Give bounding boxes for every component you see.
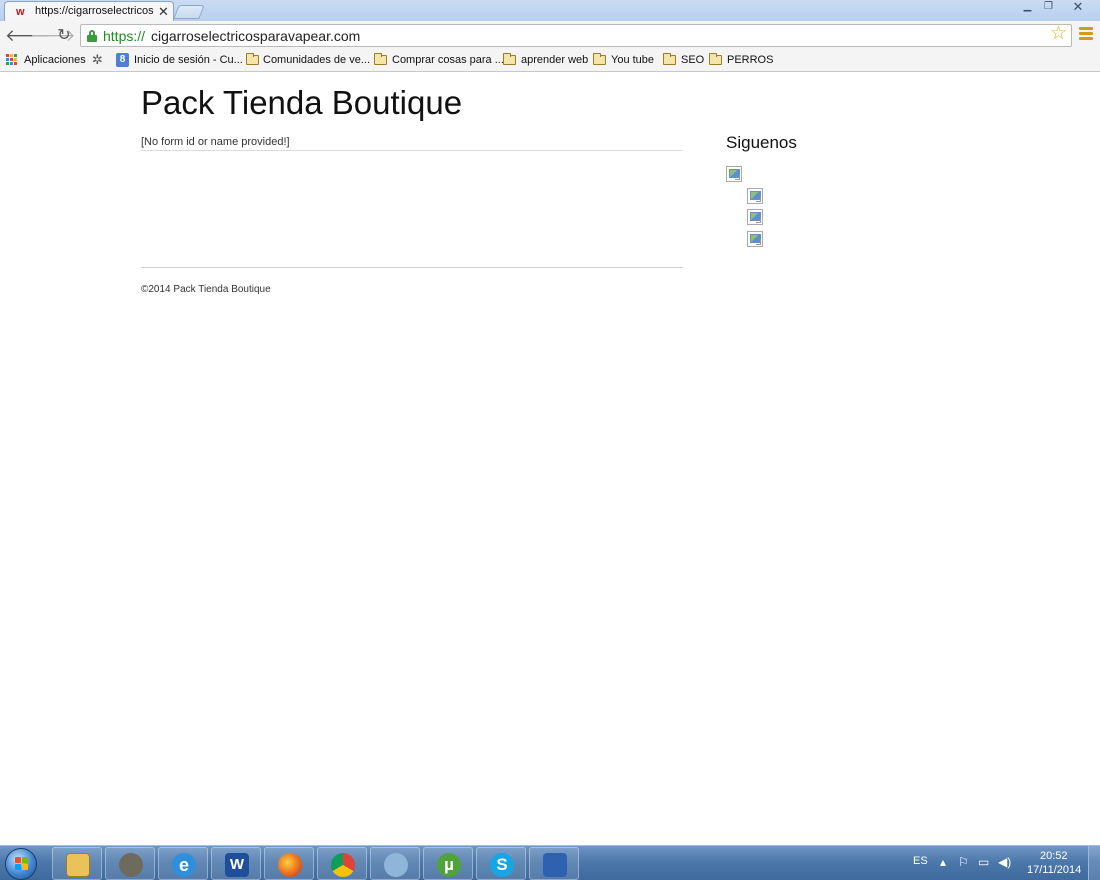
- hamburger-menu-icon[interactable]: [1079, 27, 1093, 41]
- folder-icon: [593, 53, 606, 65]
- address-bar[interactable]: https:// cigarroselectricosparavapear.co…: [80, 24, 1072, 47]
- browser-toolbar: 🡐 🡒 ↻ https:// cigarroselectricosparavap…: [0, 21, 1100, 50]
- broken-image-icon[interactable]: [747, 188, 763, 204]
- clock-date[interactable]: 17/11/2014: [1027, 864, 1081, 877]
- bookmarks-bar: Aplicaciones ✲ 8 Inicio de sesión - Cu..…: [0, 50, 1100, 72]
- volume-icon[interactable]: ◀): [998, 855, 1011, 869]
- taskbar-app-ie[interactable]: e: [158, 847, 208, 880]
- word-icon: W: [225, 853, 249, 877]
- chrome-icon: [331, 853, 355, 877]
- site-title: Pack Tienda Boutique: [141, 84, 463, 121]
- footer-divider: [141, 267, 683, 268]
- clock-time[interactable]: 20:52: [1040, 850, 1068, 863]
- close-tab-icon[interactable]: ✕: [158, 4, 169, 19]
- close-window-icon[interactable]: ✕: [1070, 0, 1086, 14]
- broken-image-icon[interactable]: [747, 231, 763, 247]
- taskbar-app-server[interactable]: [529, 847, 579, 880]
- bookmark-aprender-web[interactable]: aprender web: [521, 50, 588, 70]
- url-host: cigarroselectricosparavapear.com: [151, 28, 361, 44]
- network-icon[interactable]: ▭: [978, 855, 989, 869]
- reload-icon[interactable]: ↻: [55, 27, 73, 45]
- site-favicon-icon: w: [16, 6, 25, 18]
- folder-icon: [374, 53, 387, 65]
- browser-tab[interactable]: w https://cigarroselectricosp ✕: [4, 1, 174, 22]
- bookmark-apps[interactable]: Aplicaciones: [24, 50, 86, 70]
- new-tab-button[interactable]: [173, 5, 205, 19]
- url-protocol: https://: [103, 28, 146, 44]
- back-arrow-icon[interactable]: 🡐: [5, 27, 51, 45]
- taskbar-app-word[interactable]: W: [211, 847, 261, 880]
- folder-icon: [246, 53, 259, 65]
- sidebar-heading: Siguenos: [726, 133, 797, 152]
- bookmark-you-tube[interactable]: You tube: [611, 50, 654, 70]
- action-center-flag-icon[interactable]: ⚐: [958, 855, 969, 869]
- gear-icon[interactable]: ✲: [92, 51, 103, 69]
- language-indicator[interactable]: ES: [913, 855, 928, 868]
- content-divider: [141, 150, 683, 151]
- form-error-message: [No form id or name provided!]: [141, 136, 290, 148]
- skype-icon: S: [490, 853, 514, 877]
- minimize-window-icon[interactable]: ▁: [1021, 1, 1034, 14]
- folder-icon: [709, 53, 722, 65]
- restore-window-icon[interactable]: ❐: [1042, 1, 1055, 14]
- windows-logo-icon: [15, 857, 29, 871]
- show-desktop-button[interactable]: [1088, 846, 1100, 880]
- bookmark-inicio-sesion[interactable]: Inicio de sesión - Cu...: [134, 50, 243, 70]
- bookmark-comprar-cosas[interactable]: Comprar cosas para ...: [392, 50, 504, 70]
- lock-icon: [87, 30, 97, 42]
- bookmark-seo[interactable]: SEO: [681, 50, 704, 70]
- bookmark-perros[interactable]: PERROS: [727, 50, 773, 70]
- folder-icon: [503, 53, 516, 65]
- start-button[interactable]: [5, 848, 37, 880]
- taskbar-app-firefox[interactable]: [264, 847, 314, 880]
- star-icon[interactable]: ☆: [1050, 24, 1067, 44]
- taskbar-app-skype[interactable]: S: [476, 847, 526, 880]
- bookmark-comunidades[interactable]: Comunidades de ve...: [263, 50, 370, 70]
- google-icon: 8: [116, 53, 129, 67]
- network-app-icon: [384, 853, 408, 877]
- apps-grid-icon: [6, 54, 18, 66]
- internet-explorer-icon: e: [172, 853, 196, 877]
- taskbar-app-gimp[interactable]: [105, 847, 155, 880]
- broken-image-icon[interactable]: [726, 166, 742, 182]
- firefox-icon: [278, 853, 302, 877]
- taskbar-app-network[interactable]: [370, 847, 420, 880]
- copyright-text: ©2014 Pack Tienda Boutique: [141, 284, 271, 295]
- utorrent-icon: µ: [437, 853, 461, 877]
- windows-taskbar: e W µ S: [0, 845, 1100, 880]
- gimp-icon: [119, 853, 143, 877]
- window-title-bar: w https://cigarroselectricosp ✕ ▁ ❐ ✕: [0, 0, 1100, 22]
- taskbar-app-utorrent[interactable]: µ: [423, 847, 473, 880]
- file-explorer-icon: [66, 853, 90, 877]
- broken-image-icon[interactable]: [747, 209, 763, 225]
- taskbar-app-chrome[interactable]: [317, 847, 367, 880]
- folder-icon: [663, 53, 676, 65]
- server-app-icon: [543, 853, 567, 877]
- taskbar-app-explorer[interactable]: [52, 847, 102, 880]
- forward-arrow-icon[interactable]: 🡒: [30, 27, 76, 45]
- tab-title: https://cigarroselectricosp: [35, 5, 153, 17]
- show-hidden-icons-icon[interactable]: ▴: [940, 855, 946, 869]
